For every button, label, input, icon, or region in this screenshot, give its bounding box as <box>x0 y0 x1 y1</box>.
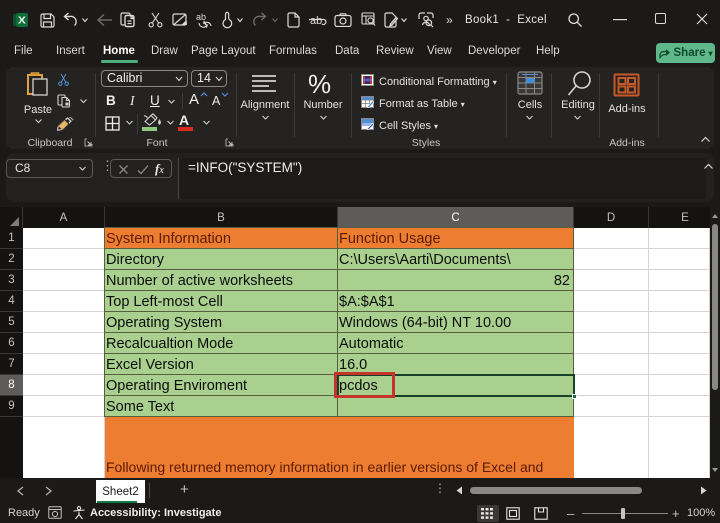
svg-text:ab: ab <box>310 15 322 27</box>
svg-text:ab: ab <box>196 12 206 22</box>
